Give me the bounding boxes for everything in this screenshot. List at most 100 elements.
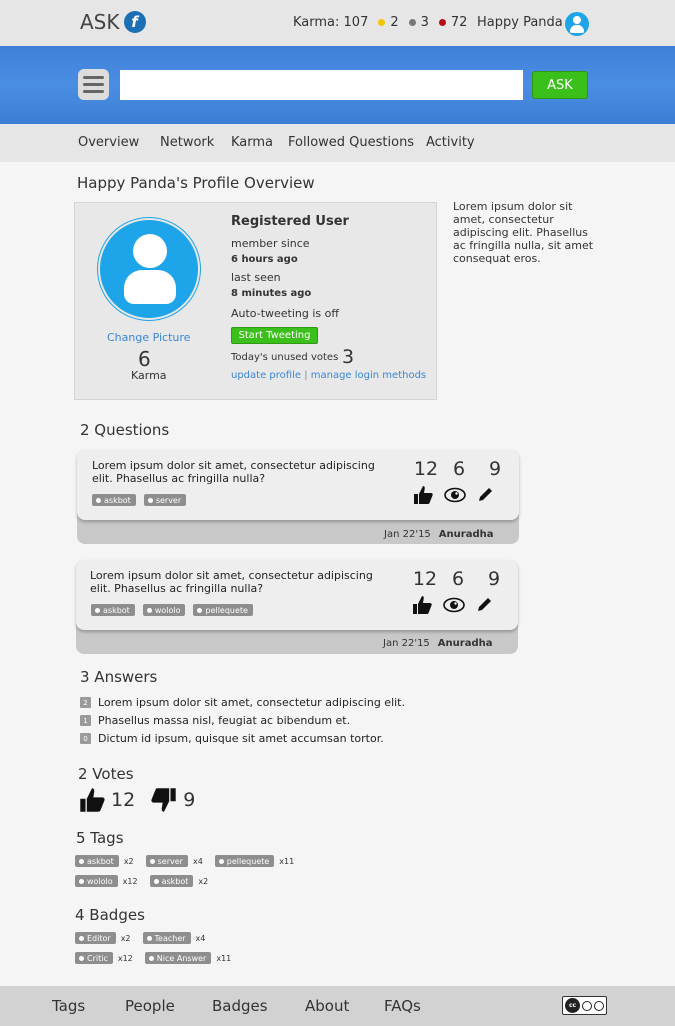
username-link[interactable]: Happy Panda (477, 15, 563, 30)
bronze-badge-count: 72 (450, 15, 468, 30)
user-role: Registered User (231, 214, 349, 229)
fedora-logo-icon: f (123, 11, 146, 33)
question-author[interactable]: Anuradha (439, 529, 494, 540)
tags-title: 5 Tags (76, 829, 124, 847)
cc-mark: cc (565, 998, 580, 1013)
eye-icon (444, 487, 466, 503)
last-seen-label: last seen (231, 271, 281, 284)
badge-label: Editor (87, 933, 111, 943)
creative-commons-icon[interactable]: cc (562, 996, 607, 1015)
tag-multiplier: x11 (279, 856, 295, 866)
tags-row: askbot x2 server x4 pellequete x11 (75, 855, 302, 867)
answer-item[interactable]: 2 Lorem ipsum dolor sit amet, consectetu… (80, 696, 405, 709)
question-card[interactable]: Lorem ipsum dolor sit amet, consectetur … (76, 560, 518, 630)
tag-chip[interactable]: askbot (75, 855, 119, 867)
question-author[interactable]: Anuradha (438, 638, 493, 649)
ask-button[interactable]: ASK (532, 71, 588, 99)
badges-row: Critic x12 Nice Answer x11 (75, 952, 239, 964)
answer-score: 1 (80, 715, 91, 726)
answer-text[interactable]: Lorem ipsum dolor sit amet, consectetur … (98, 696, 405, 709)
silver-badge-count: 3 (420, 15, 429, 30)
profile-karma-value: 6 (138, 347, 151, 371)
answer-item[interactable]: 1 Phasellus massa nisl, feugiat ac biben… (80, 714, 350, 727)
tag-multiplier: x12 (122, 876, 138, 886)
tab-followed-questions[interactable]: Followed Questions (288, 135, 414, 150)
badge-chip[interactable]: Nice Answer (144, 952, 212, 964)
answer-score: 2 (80, 697, 91, 708)
answer-score: 0 (80, 733, 91, 744)
tag-label: askbot (104, 495, 131, 505)
footer-link-faqs[interactable]: FAQs (384, 997, 421, 1015)
tag-label: server (157, 856, 183, 866)
tag-chip[interactable]: pellequete (193, 604, 253, 616)
thumbs-down-icon (151, 788, 176, 812)
tag-label: pellequete (226, 856, 270, 866)
start-tweeting-button[interactable]: Start Tweeting (231, 327, 318, 344)
karma-summary[interactable]: Karma: 107 2 3 72 (293, 15, 467, 30)
tag-label: wololo (87, 876, 113, 886)
update-profile-link[interactable]: update profile (231, 370, 301, 381)
question-date: Jan 22'15 (384, 529, 431, 540)
logo-text: ASK (80, 10, 120, 34)
tab-activity[interactable]: Activity (426, 135, 475, 150)
question-stats: 12 6 9 (410, 568, 512, 590)
unused-votes-label: Today's unused votes (231, 352, 339, 363)
downvote-count: 9 (183, 789, 196, 811)
badge-chip[interactable]: Editor (75, 932, 116, 944)
tab-overview[interactable]: Overview (78, 135, 139, 150)
tag-chip[interactable]: server (143, 494, 187, 506)
vote-count: 12 (413, 458, 439, 480)
answer-text[interactable]: Dictum id ipsum, quisque sit amet accums… (98, 732, 384, 745)
question-card[interactable]: Lorem ipsum dolor sit amet, consectetur … (77, 450, 519, 520)
votes-title: 2 Votes (78, 765, 134, 783)
tag-chip[interactable]: askbot (92, 494, 136, 506)
tags-row: wololo x12 askbot x2 (75, 875, 216, 887)
badge-multiplier: x2 (120, 933, 131, 943)
profile-avatar-icon (98, 218, 200, 320)
badge-multiplier: x4 (195, 933, 206, 943)
badge-label: Nice Answer (156, 953, 207, 963)
question-date: Jan 22'15 (383, 638, 430, 649)
user-avatar-icon[interactable] (565, 12, 589, 36)
change-picture-link[interactable]: Change Picture (107, 331, 190, 344)
bronze-badge-icon (438, 19, 446, 26)
tag-chip[interactable]: server (145, 855, 188, 867)
search-input[interactable] (120, 70, 523, 100)
footer-link-badges[interactable]: Badges (212, 997, 268, 1015)
footer-link-people[interactable]: People (125, 997, 175, 1015)
pencil-icon (478, 598, 491, 611)
member-since-label: member since (231, 237, 310, 250)
tag-label: server (155, 495, 182, 505)
answer-text[interactable]: Phasellus massa nisl, feugiat ac bibendu… (98, 714, 350, 727)
tag-multiplier: x2 (123, 856, 134, 866)
tag-chip[interactable]: pellequete (214, 855, 275, 867)
member-since-value: 6 hours ago (231, 254, 298, 265)
unused-votes-value: 3 (342, 346, 355, 368)
badge-label: Teacher (154, 933, 186, 943)
tab-network[interactable]: Network (160, 135, 214, 150)
view-count: 6 (451, 568, 465, 590)
badge-chip[interactable]: Critic (75, 952, 113, 964)
gold-badge-icon (378, 19, 386, 26)
tag-chip[interactable]: askbot (91, 604, 135, 616)
badge-chip[interactable]: Teacher (142, 932, 191, 944)
gold-badge-count: 2 (390, 15, 399, 30)
tag-chip[interactable]: wololo (142, 604, 186, 616)
site-logo[interactable]: ASK f (80, 10, 146, 34)
question-text[interactable]: Lorem ipsum dolor sit amet, consectetur … (90, 569, 390, 595)
footer-link-tags[interactable]: Tags (52, 997, 85, 1015)
upvote-count: 12 (111, 789, 136, 811)
cc-by-icon (582, 1000, 592, 1011)
eye-icon (443, 597, 465, 613)
tag-chip[interactable]: askbot (149, 875, 194, 887)
badge-multiplier: x11 (216, 953, 232, 963)
hamburger-menu-icon[interactable] (78, 69, 109, 100)
question-text[interactable]: Lorem ipsum dolor sit amet, consectetur … (92, 459, 392, 485)
manage-login-link[interactable]: manage login methods (311, 370, 426, 381)
footer-link-about[interactable]: About (305, 997, 349, 1015)
answer-item[interactable]: 0 Dictum id ipsum, quisque sit amet accu… (80, 732, 384, 745)
tab-karma[interactable]: Karma (231, 135, 273, 150)
tag-chip[interactable]: wololo (75, 875, 118, 887)
badge-label: Critic (87, 953, 108, 963)
karma-label: Karma: 107 (293, 15, 369, 30)
